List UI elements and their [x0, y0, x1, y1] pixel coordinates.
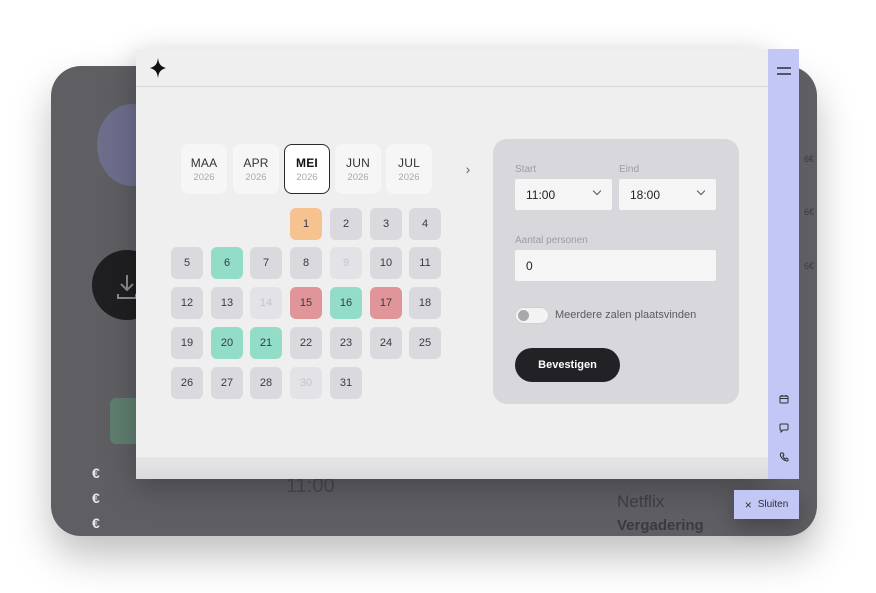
- month-name: APR: [243, 156, 269, 170]
- day-cell[interactable]: 28: [250, 367, 282, 399]
- end-time-value: 18:00: [630, 187, 661, 202]
- close-icon: ×: [744, 497, 752, 512]
- day-cell[interactable]: 2: [330, 208, 362, 240]
- day-cell[interactable]: 24: [370, 327, 402, 359]
- day-cell[interactable]: 22: [290, 327, 322, 359]
- modal-footer: [136, 457, 768, 479]
- background-price: 6€: [804, 154, 815, 164]
- euro-symbol: €: [92, 515, 100, 531]
- day-cell[interactable]: 15: [290, 287, 322, 319]
- end-label: Eind: [619, 164, 640, 175]
- day-cell[interactable]: 16: [330, 287, 362, 319]
- confirm-button[interactable]: Bevestigen: [515, 348, 620, 382]
- month-tab-jul[interactable]: JUL 2026: [386, 144, 432, 194]
- month-year: 2026: [296, 172, 318, 183]
- header-divider: [136, 86, 768, 87]
- day-cell[interactable]: 8: [290, 247, 322, 279]
- month-year: 2026: [245, 172, 267, 183]
- menu-icon[interactable]: [768, 61, 799, 81]
- euro-symbol: €: [92, 490, 100, 506]
- day-cell[interactable]: 21: [250, 327, 282, 359]
- month-tab-jun[interactable]: JUN 2026: [335, 144, 381, 194]
- calendar-icon[interactable]: [768, 389, 799, 409]
- month-year: 2026: [398, 172, 420, 183]
- start-time-select[interactable]: 11:00: [515, 179, 612, 210]
- day-cell[interactable]: 25: [409, 327, 441, 359]
- month-tab-apr[interactable]: APR 2026: [233, 144, 279, 194]
- month-name: JUL: [398, 156, 420, 170]
- month-name: JUN: [346, 156, 370, 170]
- background-price: 6€: [804, 207, 815, 217]
- background-price: 6€: [804, 261, 815, 271]
- day-cell[interactable]: 11: [409, 247, 441, 279]
- day-cell[interactable]: 20: [211, 327, 243, 359]
- day-cell[interactable]: 10: [370, 247, 402, 279]
- persons-input[interactable]: 0: [515, 250, 716, 281]
- end-time-select[interactable]: 18:00: [619, 179, 716, 210]
- background-netflix: Netflix: [617, 492, 665, 511]
- day-cell[interactable]: 31: [330, 367, 362, 399]
- day-cell[interactable]: 18: [409, 287, 441, 319]
- day-cell[interactable]: 4: [409, 208, 441, 240]
- start-time-value: 11:00: [526, 187, 556, 202]
- day-cell[interactable]: 5: [171, 247, 203, 279]
- day-cell[interactable]: 1: [290, 208, 322, 240]
- close-button[interactable]: × Sluiten: [734, 490, 799, 519]
- day-cell[interactable]: 23: [330, 327, 362, 359]
- day-cell[interactable]: 17: [370, 287, 402, 319]
- day-cell[interactable]: 6: [211, 247, 243, 279]
- month-year: 2026: [347, 172, 369, 183]
- euro-symbol: €: [92, 465, 100, 481]
- day-cell-disabled: 30: [290, 367, 322, 399]
- persons-value: 0: [526, 258, 533, 273]
- phone-icon[interactable]: [768, 447, 799, 467]
- toggle-knob: [518, 310, 529, 321]
- next-month-button[interactable]: ›: [462, 162, 474, 176]
- month-tab-maa[interactable]: MAA 2026: [181, 144, 227, 194]
- day-cell-disabled: 14: [250, 287, 282, 319]
- multiple-rooms-label: Meerdere zalen plaatsvinden: [555, 309, 697, 321]
- close-label: Sluiten: [757, 499, 789, 510]
- background-meeting: Vergadering: [617, 517, 704, 534]
- day-cell[interactable]: 7: [250, 247, 282, 279]
- month-year: 2026: [193, 172, 215, 183]
- chat-icon[interactable]: [768, 418, 799, 438]
- persons-label: Aantal personen: [515, 235, 588, 246]
- day-cell[interactable]: 13: [211, 287, 243, 319]
- day-cell[interactable]: 19: [171, 327, 203, 359]
- day-cell[interactable]: 3: [370, 208, 402, 240]
- month-name: MAA: [190, 156, 218, 170]
- day-cell-disabled: 9: [330, 247, 362, 279]
- right-sidebar: [768, 49, 799, 479]
- day-cell[interactable]: 27: [211, 367, 243, 399]
- day-cell[interactable]: 12: [171, 287, 203, 319]
- month-name: MEI: [296, 156, 318, 170]
- month-tab-mei[interactable]: MEI 2026: [284, 144, 330, 194]
- logo-icon: [150, 58, 166, 78]
- chevron-down-icon: [592, 186, 602, 196]
- start-label: Start: [515, 164, 537, 175]
- chevron-down-icon: [696, 186, 706, 196]
- day-cell[interactable]: 26: [171, 367, 203, 399]
